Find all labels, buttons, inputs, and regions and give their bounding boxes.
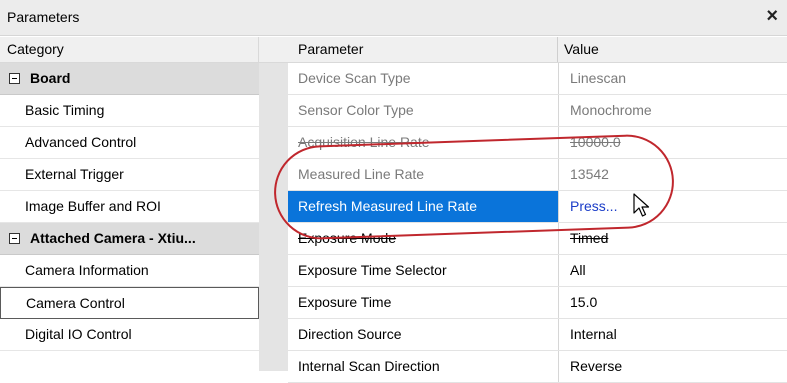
param-name: Acquisition Line Rate [298, 134, 430, 150]
param-value[interactable]: Reverse [564, 351, 787, 382]
category-group-board[interactable]: Board [0, 63, 259, 95]
category-item-image-buffer-roi[interactable]: Image Buffer and ROI [0, 191, 259, 223]
category-label: Digital IO Control [25, 326, 132, 342]
param-name: Exposure Time Selector [298, 262, 447, 278]
param-value: 10000.0 [570, 134, 621, 150]
param-row-device-scan-type[interactable]: Device Scan Type Linescan [288, 63, 787, 95]
cell-divider [558, 351, 559, 382]
cell-divider [558, 95, 559, 126]
param-name: Sensor Color Type [298, 102, 414, 118]
param-name: Internal Scan Direction [298, 358, 440, 374]
param-name: Exposure Mode [298, 230, 397, 246]
row-gutter [259, 63, 288, 371]
param-value[interactable]: 15.0 [564, 287, 787, 318]
param-row-sensor-color-type[interactable]: Sensor Color Type Monochrome [288, 95, 787, 127]
param-row-exposure-mode[interactable]: Exposure Mode Timed [288, 223, 787, 255]
category-header: Category [0, 37, 259, 63]
category-pane: Category Board Basic Timing Advanced Con… [0, 37, 259, 371]
category-label: External Trigger [25, 166, 124, 182]
category-label: Camera Control [26, 295, 125, 311]
parameter-header: Parameter Value [259, 37, 787, 63]
cell-divider [558, 63, 559, 94]
category-label: Board [30, 70, 71, 86]
param-row-measured-line-rate[interactable]: Measured Line Rate 13542 [288, 159, 787, 191]
cell-divider [558, 223, 559, 254]
param-row-internal-scan-direction[interactable]: Internal Scan Direction Reverse [288, 351, 787, 383]
cell-divider [558, 255, 559, 286]
param-value[interactable]: Internal [564, 319, 787, 350]
collapse-icon[interactable] [9, 73, 20, 84]
cell-divider [558, 287, 559, 318]
param-row-exposure-time[interactable]: Exposure Time 15.0 [288, 287, 787, 319]
param-value: Linescan [570, 70, 627, 86]
category-label: Image Buffer and ROI [25, 198, 161, 214]
cell-divider [558, 319, 559, 350]
window-titlebar: Parameters × [0, 0, 787, 36]
param-value[interactable]: All [564, 255, 787, 286]
param-row-acquisition-line-rate[interactable]: Acquisition Line Rate 10000.0 [288, 127, 787, 159]
parameter-column-header[interactable]: Parameter [298, 37, 363, 62]
close-icon[interactable]: × [766, 5, 778, 28]
category-group-attached-camera[interactable]: Attached Camera - Xtiu... [0, 223, 259, 255]
collapse-icon[interactable] [9, 233, 20, 244]
mouse-pointer-icon [633, 193, 650, 217]
param-row-direction-source[interactable]: Direction Source Internal [288, 319, 787, 351]
value-column-header[interactable]: Value [564, 37, 599, 62]
category-label: Camera Information [25, 262, 149, 278]
param-value[interactable]: Timed [564, 223, 787, 254]
column-divider[interactable] [557, 37, 558, 62]
category-item-camera-information[interactable]: Camera Information [0, 255, 259, 287]
category-item-external-trigger[interactable]: External Trigger [0, 159, 259, 191]
param-row-exposure-time-selector[interactable]: Exposure Time Selector All [288, 255, 787, 287]
category-label: Attached Camera - Xtiu... [30, 230, 196, 246]
param-name: Direction Source [298, 326, 402, 342]
param-name: Device Scan Type [298, 70, 411, 86]
cell-divider [558, 159, 559, 190]
category-item-camera-control[interactable]: Camera Control [0, 287, 259, 319]
cell-divider [558, 127, 559, 158]
category-item-basic-timing[interactable]: Basic Timing [0, 95, 259, 127]
window-title: Parameters [7, 9, 80, 25]
param-value: 13542 [570, 166, 609, 182]
parameter-pane: Parameter Value Device Scan Type Linesca… [259, 37, 787, 383]
category-label: Advanced Control [25, 134, 137, 150]
param-name: Measured Line Rate [298, 166, 425, 182]
cell-divider [558, 191, 559, 222]
category-item-advanced-control[interactable]: Advanced Control [0, 127, 259, 159]
category-label: Basic Timing [25, 102, 105, 118]
param-name: Exposure Time [298, 294, 392, 310]
category-item-digital-io-control[interactable]: Digital IO Control [0, 319, 259, 351]
press-button[interactable]: Press... [564, 191, 787, 222]
param-name: Refresh Measured Line Rate [288, 191, 558, 222]
param-row-refresh-measured-line-rate[interactable]: Refresh Measured Line Rate Press... [288, 191, 787, 223]
param-value: Monochrome [570, 102, 652, 118]
